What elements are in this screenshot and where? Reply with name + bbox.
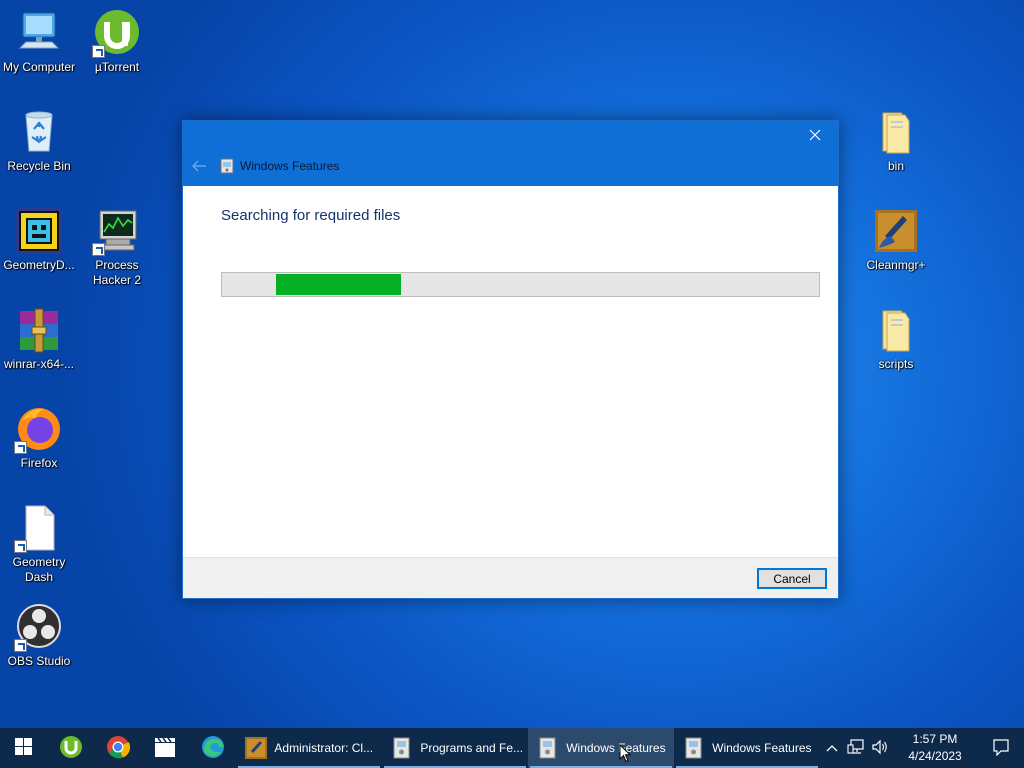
firefox-icon xyxy=(14,404,64,454)
desktop-icon-label: GeometryD... xyxy=(3,258,75,272)
desktop-icon-scripts[interactable]: scripts xyxy=(856,305,936,372)
windows-features-icon xyxy=(682,736,706,760)
desktop-icon-winrar[interactable]: winrar-x64-... xyxy=(0,305,79,372)
desktop-icon-label: winrar-x64-... xyxy=(3,357,74,371)
network-icon xyxy=(847,738,865,758)
winrar-icon xyxy=(14,305,64,355)
desktop-icon-cleanmgr[interactable]: Cleanmgr+ xyxy=(856,206,936,273)
windows-logo-icon xyxy=(15,738,33,758)
back-button[interactable] xyxy=(191,159,207,173)
taskbar-pin-media-player[interactable] xyxy=(142,728,189,768)
status-message: Searching for required files xyxy=(221,207,401,224)
desktop-icon-recycle-bin[interactable]: Recycle Bin xyxy=(0,107,79,174)
volume-button[interactable] xyxy=(868,728,892,768)
desktop-icon-bin[interactable]: bin xyxy=(856,107,936,174)
shortcut-arrow-icon xyxy=(14,540,27,553)
shortcut-arrow-icon xyxy=(14,639,27,652)
taskbar-window-label: Administrator: Cl... xyxy=(274,741,374,755)
taskbar: Administrator: Cl... Programs and Fe... … xyxy=(0,728,1024,768)
desktop-icon-label: Cleanmgr+ xyxy=(866,258,926,272)
taskbar-window-label: Programs and Fe... xyxy=(420,741,524,755)
desktop-icon-label: µTorrent xyxy=(94,60,140,74)
desktop-icon-label: Firefox xyxy=(20,456,58,470)
dialog-title: Windows Features xyxy=(240,159,340,173)
back-arrow-icon xyxy=(191,160,207,176)
shortcut-arrow-icon xyxy=(14,441,27,454)
desktop-icon-firefox[interactable]: Firefox xyxy=(0,404,79,471)
taskbar-window-label: Windows Features xyxy=(712,741,812,755)
taskbar-pin-chrome[interactable] xyxy=(95,728,142,768)
close-button[interactable] xyxy=(792,121,838,151)
utorrent-icon xyxy=(59,735,83,762)
clock-time: 1:57 PM xyxy=(912,732,958,746)
shortcut-arrow-icon xyxy=(92,243,105,256)
cleanmgr-icon xyxy=(871,206,921,256)
taskbar-pin-edge[interactable] xyxy=(189,728,236,768)
windows-features-icon xyxy=(220,158,234,174)
speaker-icon xyxy=(871,739,889,758)
shortcut-arrow-icon xyxy=(92,45,105,58)
network-button[interactable] xyxy=(844,728,868,768)
taskbar-window-windows-features-active[interactable]: Windows Features xyxy=(528,728,675,768)
system-tray: 1:57 PM 4/24/2023 xyxy=(820,728,1024,768)
geometry-dash-icon xyxy=(14,206,64,256)
chevron-up-icon xyxy=(826,741,838,755)
close-icon xyxy=(809,129,821,144)
process-hacker-icon xyxy=(92,206,142,256)
dialog-footer: Cancel xyxy=(183,557,838,598)
desktop-icon-label: Recycle Bin xyxy=(7,159,71,173)
desktop-icon-label: Geometry Dash xyxy=(12,555,66,584)
desktop-icon-label: OBS Studio xyxy=(7,654,71,668)
computer-icon xyxy=(14,8,64,58)
desktop-icon-obs-studio[interactable]: OBS Studio xyxy=(0,602,79,669)
clapperboard-icon xyxy=(153,735,177,762)
clock[interactable]: 1:57 PM 4/24/2023 xyxy=(892,731,978,765)
desktop-icon-geometry-dash-app[interactable]: GeometryD... xyxy=(0,206,79,273)
desktop-icon-label: bin xyxy=(887,159,904,173)
chrome-icon xyxy=(106,735,131,762)
folder-icon xyxy=(871,305,921,355)
dialog-titlebar[interactable]: Windows Features xyxy=(183,121,838,186)
desktop-icon-label: scripts xyxy=(878,357,914,371)
desktop-icon-label: Process Hacker 2 xyxy=(92,258,142,287)
taskbar-window-programs-and-features[interactable]: Programs and Fe... xyxy=(382,728,528,768)
desktop-icon-label: My Computer xyxy=(2,60,76,74)
desktop-icon-utorrent[interactable]: µTorrent xyxy=(77,8,157,75)
windows-features-dialog: Windows Features Searching for required … xyxy=(182,120,839,599)
desktop-icon-geometry-dash-file[interactable]: Geometry Dash xyxy=(0,503,79,585)
action-center-button[interactable] xyxy=(978,728,1024,768)
taskbar-window-label: Windows Features xyxy=(566,741,666,755)
start-button[interactable] xyxy=(0,728,47,768)
taskbar-window-admin-cmd[interactable]: Administrator: Cl... xyxy=(236,728,382,768)
mouse-cursor-icon xyxy=(619,743,632,763)
folder-icon xyxy=(871,107,921,157)
windows-features-icon xyxy=(536,736,560,760)
edge-icon xyxy=(201,735,225,762)
clock-date: 4/24/2023 xyxy=(908,749,962,763)
progress-bar-fill xyxy=(275,274,402,295)
show-hidden-icons-button[interactable] xyxy=(820,728,844,768)
progress-bar xyxy=(221,272,820,297)
notification-icon xyxy=(992,738,1010,759)
blank-file-icon xyxy=(14,503,64,553)
desktop-icon-process-hacker[interactable]: Process Hacker 2 xyxy=(77,206,157,288)
cancel-button[interactable]: Cancel xyxy=(757,568,827,589)
obs-studio-icon xyxy=(14,602,64,652)
cleanmgr-icon xyxy=(244,736,268,760)
programs-and-features-icon xyxy=(390,736,414,760)
recycle-bin-icon xyxy=(14,107,64,157)
desktop-icon-my-computer[interactable]: My Computer xyxy=(0,8,79,75)
taskbar-window-windows-features[interactable]: Windows Features xyxy=(674,728,820,768)
utorrent-icon xyxy=(92,8,142,58)
taskbar-pin-utorrent[interactable] xyxy=(47,728,94,768)
